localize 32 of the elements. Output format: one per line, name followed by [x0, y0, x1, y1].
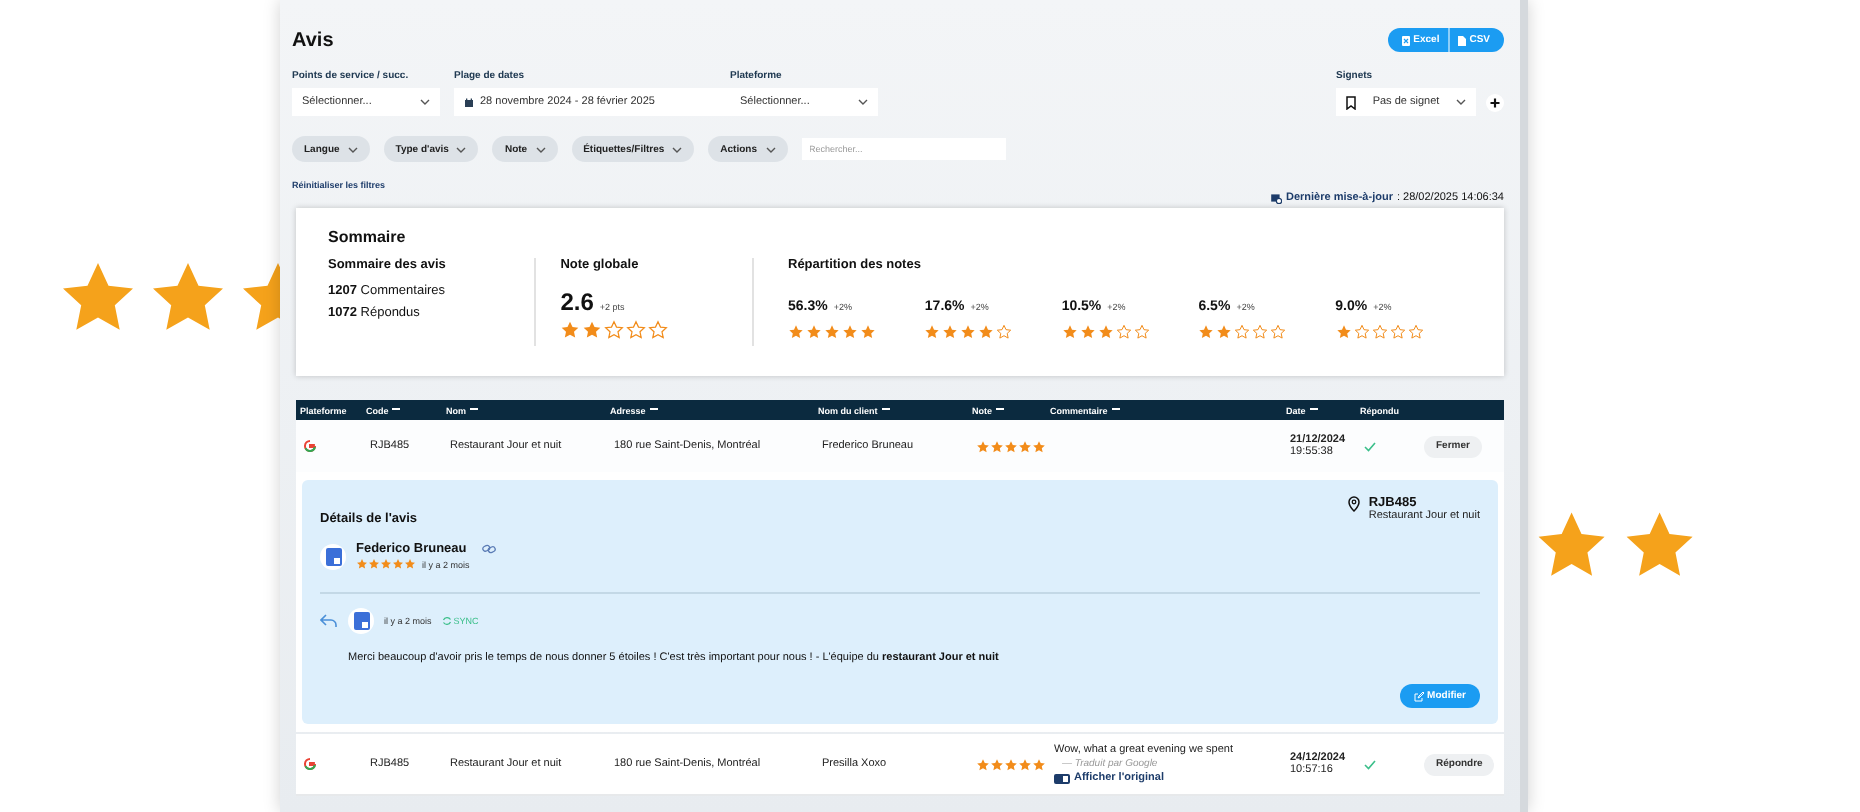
- chevron-down-icon: [535, 145, 546, 153]
- document-icon: [1457, 35, 1466, 45]
- edit-icon: [1413, 691, 1424, 701]
- star-icon: [1626, 512, 1693, 576]
- google-icon: [304, 758, 316, 770]
- spreadsheet-icon: [1401, 35, 1410, 45]
- star-icon: [648, 320, 669, 340]
- page-title: Avis: [292, 29, 334, 51]
- calendar-icon: [464, 97, 474, 107]
- star-icon: [626, 320, 647, 340]
- add-icon[interactable]: [1486, 93, 1504, 111]
- star-icon: [604, 320, 625, 340]
- chevron-down-icon: [1455, 98, 1466, 106]
- bookmark-icon: [1346, 95, 1356, 109]
- chevron-down-icon: [672, 145, 683, 153]
- reply-arrow-icon: [320, 614, 338, 628]
- link-icon[interactable]: [482, 544, 497, 554]
- overall-score: 2.6: [560, 288, 594, 316]
- chevron-down-icon: [765, 145, 775, 153]
- star-icon: [560, 320, 581, 340]
- summary-title: Sommaire: [328, 228, 408, 246]
- star-icon: [1538, 512, 1605, 576]
- star-icon: [582, 320, 603, 340]
- chevron-down-icon: [858, 98, 868, 106]
- star-icon: [63, 263, 133, 330]
- chevron-down-icon: [456, 145, 467, 153]
- chevron-down-icon: [420, 98, 430, 106]
- chevron-down-icon: [347, 145, 358, 153]
- google-icon: [304, 440, 316, 452]
- sync-icon: [441, 616, 452, 626]
- location-pin-icon: [1348, 496, 1361, 512]
- star-icon: [153, 263, 223, 330]
